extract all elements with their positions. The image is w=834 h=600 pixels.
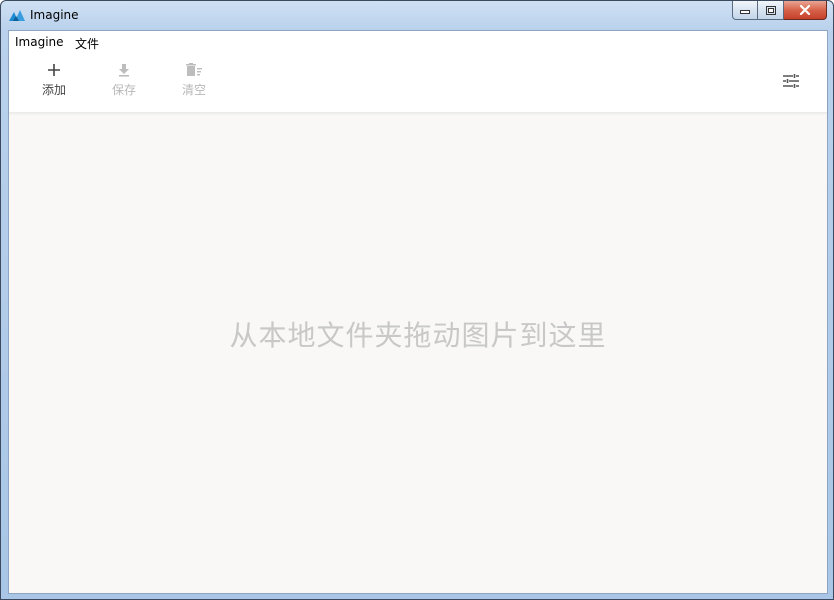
client-area: Imagine 文件 添加 保存 清空 从本地文件夹拖动图片到这里 (8, 30, 828, 594)
toolbar: 添加 保存 清空 (9, 53, 827, 113)
app-window: Imagine Imagine 文件 添加 保存 清空 从本地文件夹拖动图片到这… (0, 0, 834, 600)
add-button-label: 添加 (41, 83, 66, 97)
maximize-button[interactable] (758, 1, 784, 20)
menu-imagine[interactable]: Imagine (15, 35, 64, 49)
sliders-icon (783, 74, 799, 88)
add-button[interactable]: 添加 (29, 59, 79, 107)
clear-button[interactable]: 清空 (169, 59, 219, 107)
window-title: Imagine (30, 8, 79, 22)
save-button-label: 保存 (111, 83, 136, 97)
minimize-icon (740, 10, 750, 14)
clear-list-icon (186, 63, 202, 76)
close-button[interactable] (784, 1, 827, 20)
menu-file[interactable]: 文件 (75, 35, 99, 52)
download-icon (119, 64, 129, 77)
close-icon (799, 5, 811, 15)
menu-bar: Imagine 文件 (9, 31, 827, 53)
minimize-button[interactable] (732, 1, 758, 20)
clear-button-label: 清空 (181, 83, 206, 97)
plus-icon (48, 64, 60, 76)
save-button[interactable]: 保存 (99, 59, 149, 107)
app-logo-icon (9, 10, 25, 21)
title-bar[interactable]: Imagine (1, 1, 833, 30)
settings-button[interactable] (779, 69, 803, 93)
drop-zone-hint: 从本地文件夹拖动图片到这里 (229, 319, 607, 352)
window-controls (732, 1, 827, 21)
maximize-icon (765, 5, 776, 15)
